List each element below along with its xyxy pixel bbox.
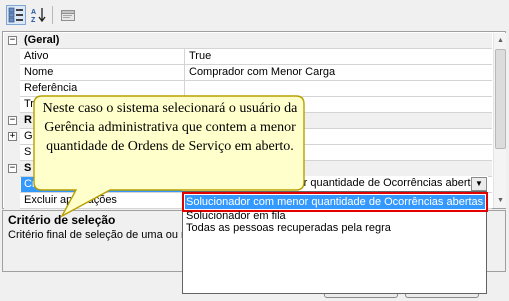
- property-value[interactable]: Comprador com Menor Carga: [186, 65, 492, 80]
- property-name: Tr: [21, 97, 185, 112]
- row-gutter: −: [4, 113, 20, 129]
- dropdown-option-all-recovered[interactable]: Todas as pessoas recuperadas pela regra: [185, 221, 485, 235]
- scrollbar-thumb[interactable]: [495, 49, 506, 149]
- row-gutter: [4, 81, 20, 97]
- property-value[interactable]: [186, 145, 492, 160]
- row-gutter: [4, 65, 20, 81]
- category-row[interactable]: − S: [4, 161, 492, 177]
- svg-text:A: A: [31, 9, 36, 16]
- alphabetical-sort-icon: A Z: [31, 8, 46, 24]
- scroll-up-icon[interactable]: ▲: [494, 34, 507, 47]
- property-name: Nome: [21, 65, 185, 80]
- row-gutter: [4, 97, 20, 113]
- dropdown-option-lowest-open-tickets[interactable]: Solucionador com menor quantidade de Oco…: [182, 192, 488, 212]
- property-value[interactable]: Trabalho: [186, 97, 492, 112]
- expand-icon[interactable]: +: [8, 132, 17, 141]
- vertical-scrollbar[interactable]: ▲ ▼: [493, 33, 506, 208]
- svg-text:Z: Z: [31, 17, 36, 24]
- toolbar-separator: [52, 6, 53, 24]
- row-gutter: +: [4, 129, 20, 145]
- collapse-icon[interactable]: −: [8, 36, 17, 45]
- property-name: S: [21, 145, 185, 160]
- category-row[interactable]: − R: [4, 113, 492, 129]
- row-gutter: [4, 177, 20, 193]
- category-label: (Geral): [24, 34, 60, 46]
- property-value[interactable]: True: [186, 49, 492, 64]
- row-gutter: [4, 49, 20, 65]
- selection-criteria-dropdown-list: Solucionador com menor quantidade de Oco…: [182, 191, 488, 294]
- category-label: S: [24, 162, 32, 174]
- category-row[interactable]: − (Geral): [4, 33, 492, 49]
- categorized-view-icon: [8, 7, 23, 23]
- scroll-down-icon[interactable]: ▼: [494, 194, 507, 207]
- property-row[interactable]: + G: [4, 129, 492, 145]
- property-name: Referência: [21, 81, 185, 96]
- collapse-icon[interactable]: −: [8, 164, 17, 173]
- row-gutter: [4, 145, 20, 161]
- property-name: Ativo: [21, 49, 185, 64]
- selection-criteria-combo-value[interactable]: Solucionador com menor quantidade de Oco…: [182, 176, 488, 191]
- row-gutter: [4, 193, 20, 209]
- row-gutter: −: [4, 161, 20, 177]
- dropdown-arrow-icon[interactable]: ▼: [471, 177, 487, 191]
- row-gutter: −: [4, 33, 20, 49]
- categorized-view-button[interactable]: [6, 5, 26, 25]
- property-row[interactable]: Ativo True: [4, 49, 492, 65]
- property-value[interactable]: [186, 81, 492, 96]
- property-name: Excluir aprovações: [21, 193, 185, 208]
- property-grid-toolbar: A Z: [0, 0, 509, 30]
- property-row[interactable]: Tr Trabalho: [4, 97, 492, 113]
- property-row[interactable]: Referência: [4, 81, 492, 97]
- category-label: R: [24, 114, 32, 126]
- property-row[interactable]: S: [4, 145, 492, 161]
- property-pages-icon: [61, 10, 75, 21]
- property-row[interactable]: Nome Comprador com Menor Carga: [4, 65, 492, 81]
- property-name: Critério de seleção: [21, 177, 185, 192]
- property-pages-button[interactable]: [58, 5, 78, 25]
- alphabetical-sort-button[interactable]: A Z: [29, 5, 49, 25]
- property-name: G: [21, 129, 185, 144]
- collapse-icon[interactable]: −: [8, 116, 17, 125]
- property-value[interactable]: [186, 129, 492, 144]
